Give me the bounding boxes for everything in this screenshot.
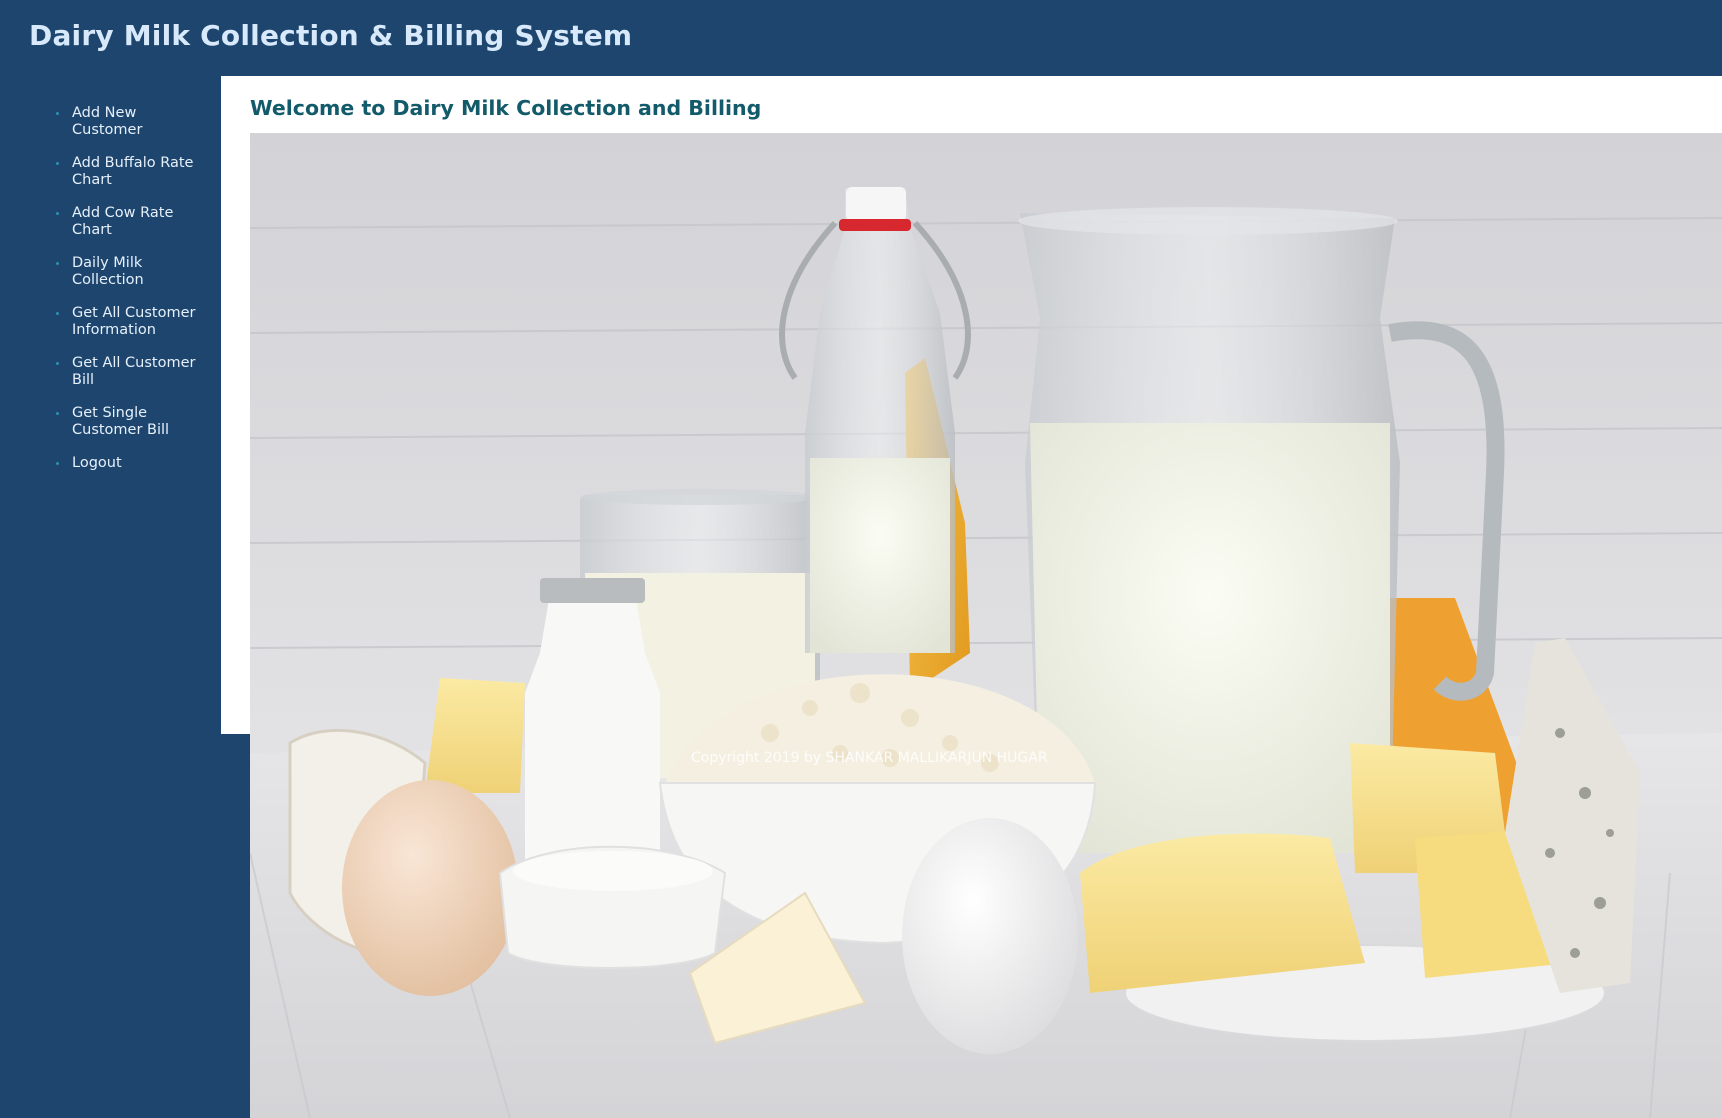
sidebar-item-get-all-customer-information[interactable]: Get All Customer Information (56, 305, 198, 338)
sidebar-item-label[interactable]: Daily Milk Collection (72, 255, 198, 288)
sidebar-item-get-single-customer-bill[interactable]: Get Single Customer Bill (56, 405, 198, 438)
nav-list: Add New Customer Add Buffalo Rate Chart … (56, 105, 216, 489)
app-header: Dairy Milk Collection & Billing System (0, 0, 1722, 76)
bullet-icon (56, 362, 59, 365)
app-title: Dairy Milk Collection & Billing System (29, 19, 633, 52)
welcome-heading: Welcome to Dairy Milk Collection and Bil… (250, 96, 762, 120)
sidebar-nav: Add New Customer Add Buffalo Rate Chart … (0, 76, 221, 1118)
sidebar-item-label[interactable]: Get Single Customer Bill (72, 405, 198, 438)
bullet-icon (56, 312, 59, 315)
sidebar-item-add-cow-rate-chart[interactable]: Add Cow Rate Chart (56, 205, 198, 238)
sidebar-item-label[interactable]: Get All Customer Bill (72, 355, 198, 388)
bullet-icon (56, 112, 59, 115)
sidebar-item-get-all-customer-bill[interactable]: Get All Customer Bill (56, 355, 198, 388)
sidebar-item-label[interactable]: Logout (72, 455, 198, 472)
copyright-text: Copyright 2019 by SHANKAR MALLIKARJUN HU… (691, 750, 1048, 766)
bullet-icon (56, 262, 59, 265)
sidebar-item-daily-milk-collection[interactable]: Daily Milk Collection (56, 255, 198, 288)
bullet-icon (56, 162, 59, 165)
bullet-icon (56, 412, 59, 415)
bullet-icon (56, 462, 59, 465)
bullet-icon (56, 212, 59, 215)
sidebar-item-label[interactable]: Add Cow Rate Chart (72, 205, 198, 238)
dairy-products-photo (250, 133, 1722, 1118)
sidebar-item-label[interactable]: Add New Customer (72, 105, 198, 138)
hero-image (250, 133, 1722, 1118)
sidebar-item-label[interactable]: Get All Customer Information (72, 305, 198, 338)
sidebar-item-logout[interactable]: Logout (56, 455, 198, 472)
sidebar-item-add-new-customer[interactable]: Add New Customer (56, 105, 198, 138)
sidebar-item-add-buffalo-rate-chart[interactable]: Add Buffalo Rate Chart (56, 155, 222, 188)
sidebar-item-label[interactable]: Add Buffalo Rate Chart (72, 155, 222, 188)
